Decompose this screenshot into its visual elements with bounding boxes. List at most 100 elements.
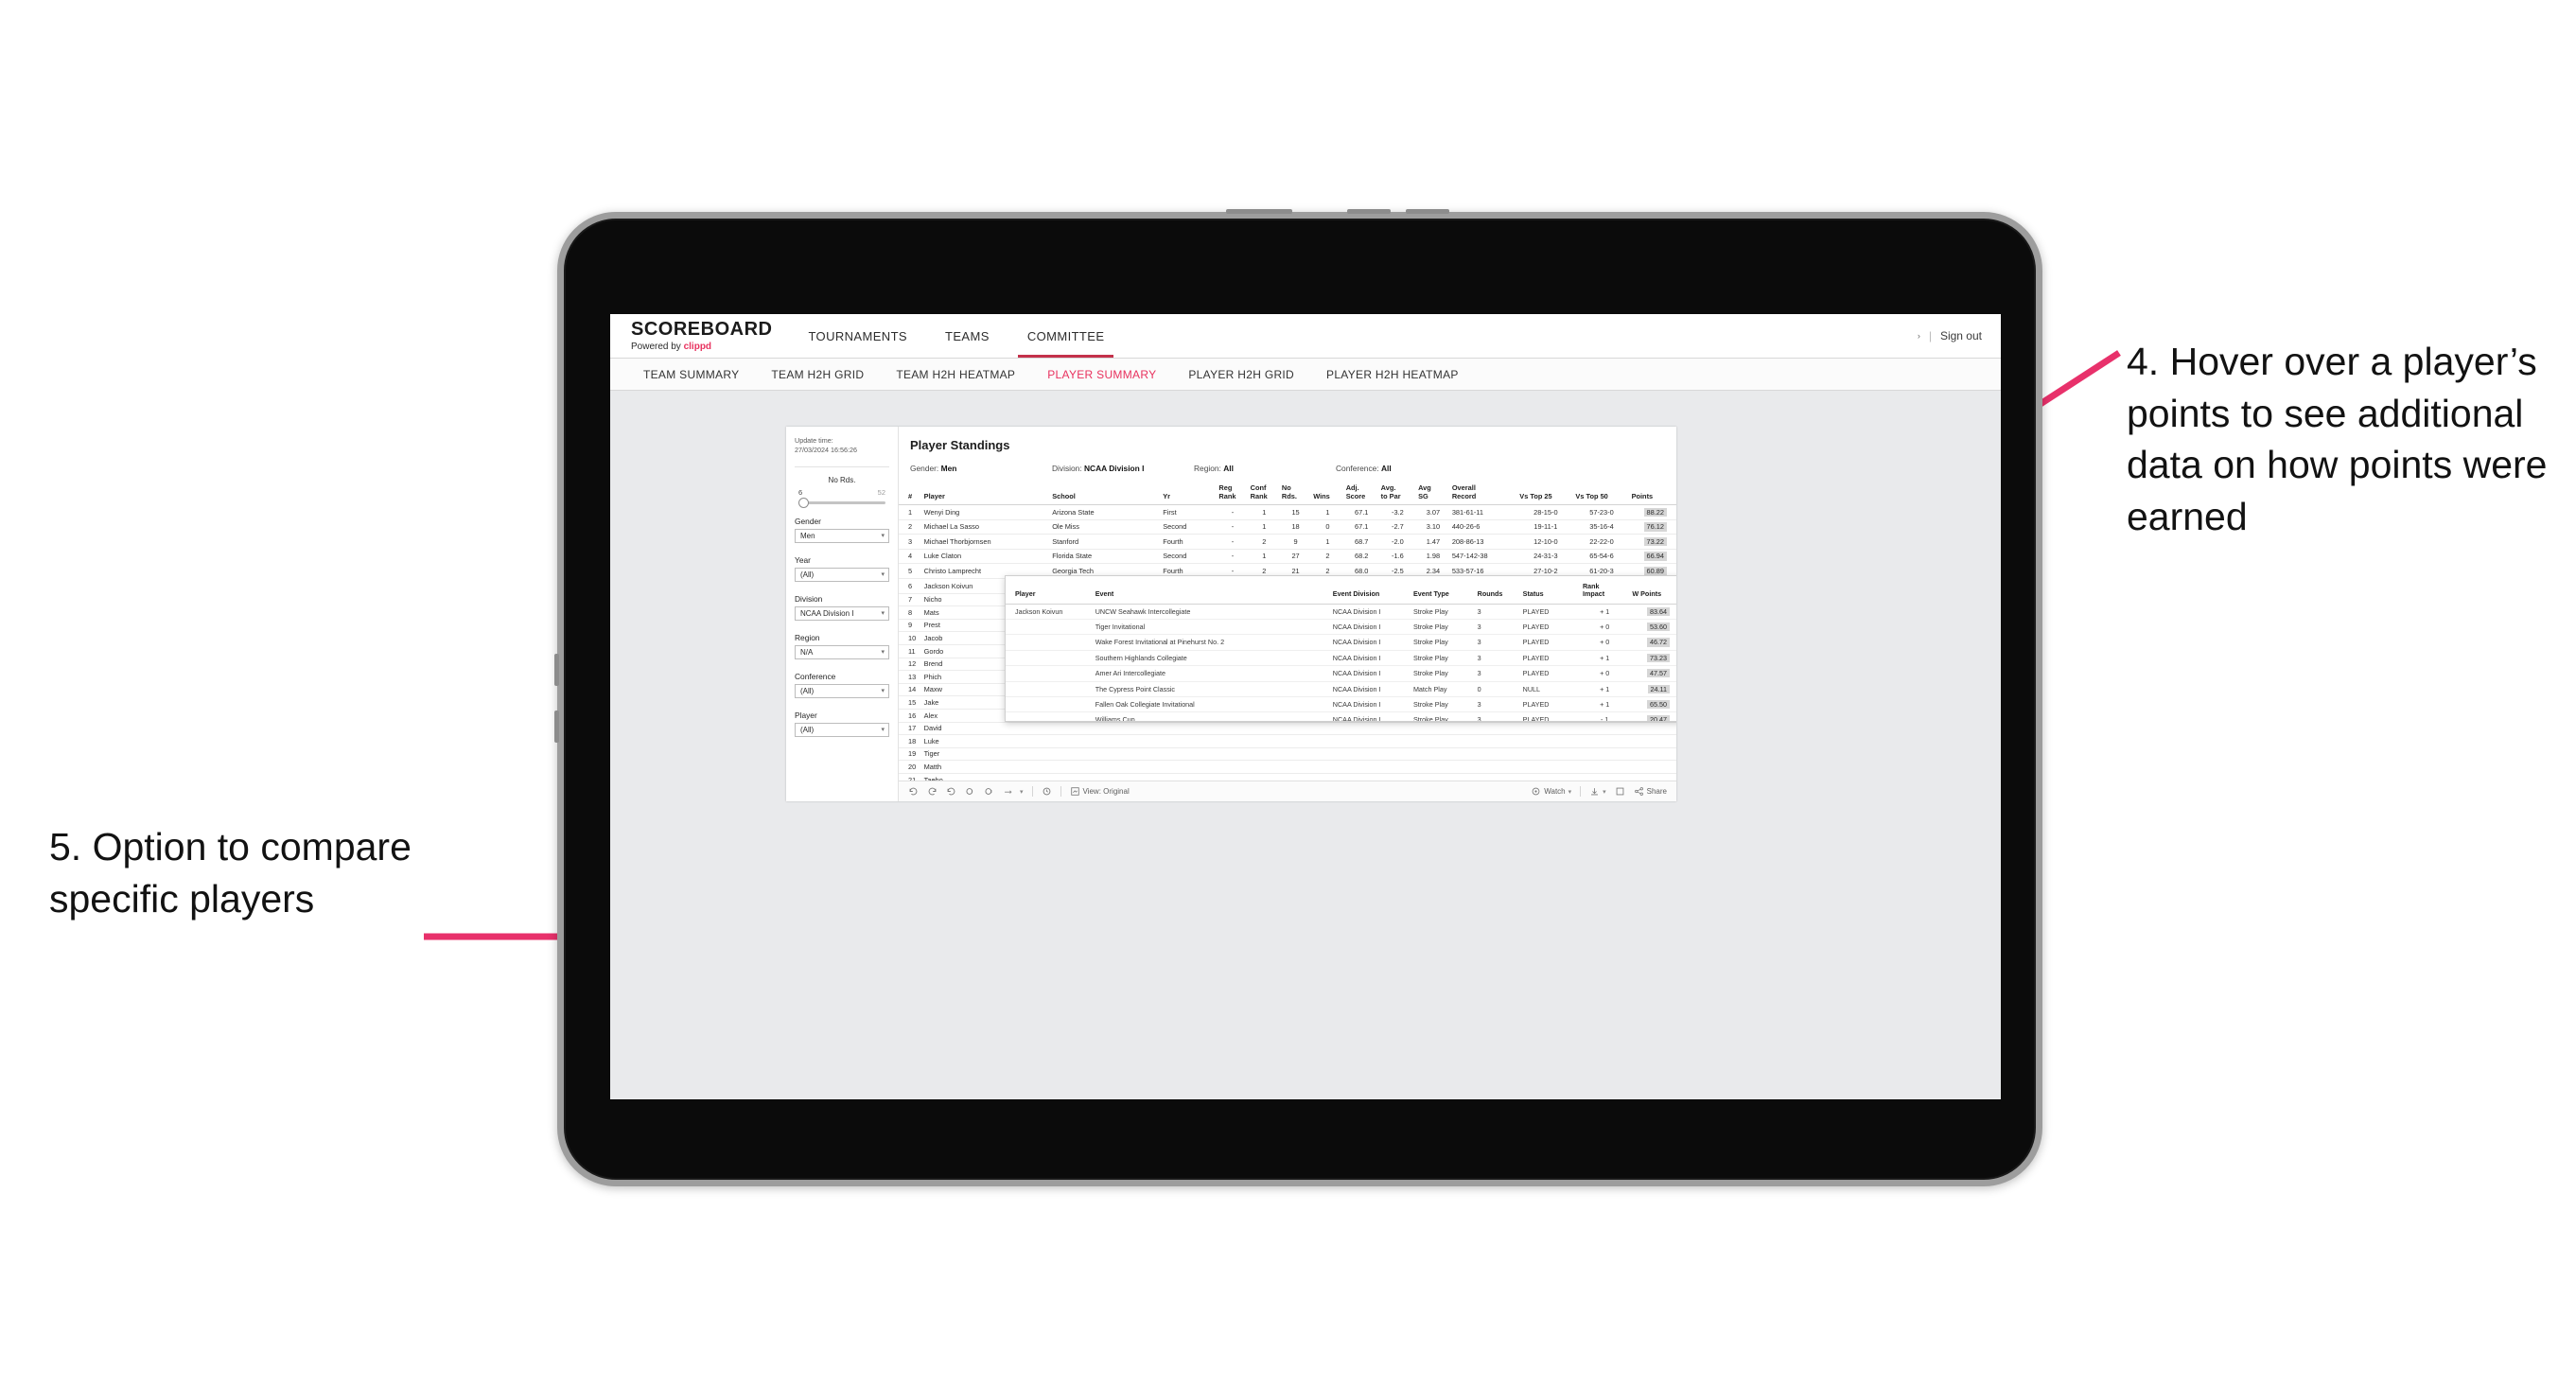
sign-out-link[interactable]: Sign out (1940, 329, 1982, 342)
cell-points[interactable] (1629, 734, 1676, 748)
cell-points[interactable] (1629, 722, 1676, 736)
filter-player-label: Player (795, 710, 817, 720)
cell-points[interactable]: 66.94 (1629, 549, 1676, 565)
standings-col-n[interactable]: # (899, 482, 922, 506)
nav-committee[interactable]: COMMITTEE (1008, 314, 1124, 358)
filter-conference-select[interactable]: (All) ▾ (795, 683, 889, 698)
filter-year-select[interactable]: (All) ▾ (795, 567, 889, 582)
meta-gender-value: Men (940, 464, 957, 473)
cell-points[interactable]: 76.12 (1629, 519, 1676, 535)
subnav-team-summary[interactable]: TEAM SUMMARY (627, 368, 755, 381)
volume-down-button[interactable] (1406, 209, 1449, 214)
table-row[interactable]: 17 David (899, 722, 1676, 736)
chevron-right-icon[interactable]: › (1918, 331, 1920, 341)
tooltip-cell-player (1006, 711, 1093, 721)
table-row[interactable]: 22 Ian Gilligan Florida Third -10 24 1 68.7 -0.8… (899, 786, 1676, 801)
refresh-icon[interactable] (965, 786, 975, 797)
standings-col-conf[interactable]: Conf Rank (1248, 482, 1280, 506)
subnav-team-h2h-grid[interactable]: TEAM H2H GRID (755, 368, 880, 381)
table-row[interactable]: 4 Luke Claton Florida State Second -1 27 2 68.2… (899, 549, 1676, 565)
filter-gender-select[interactable]: Men ▾ (795, 528, 889, 543)
cell-points[interactable] (1629, 760, 1676, 774)
tooltip-cell-type: Stroke Play (1410, 619, 1475, 636)
flip-icon[interactable]: ▾ (1003, 786, 1024, 797)
table-row[interactable]: 19 Tiger (899, 747, 1676, 762)
cell-sg: 1.47 (1416, 534, 1450, 550)
subnav-player-h2h-heatmap[interactable]: PLAYER H2H HEATMAP (1310, 368, 1475, 381)
undo-icon[interactable] (908, 786, 919, 797)
redo-icon[interactable] (927, 786, 938, 797)
filter-region-select[interactable]: N/A ▾ (795, 644, 889, 659)
nav-teams[interactable]: TEAMS (926, 314, 1008, 358)
standings-col-record[interactable]: Overall Record (1449, 482, 1518, 506)
cell-par (1378, 722, 1417, 736)
standings-col-adj[interactable]: Adj. Score (1343, 482, 1379, 506)
chevron-down-icon: ▾ (881, 610, 885, 618)
table-row[interactable]: 21 Taeho (899, 773, 1676, 787)
standings-col-school[interactable]: School (1050, 482, 1162, 506)
cell-wins (1311, 722, 1344, 736)
standings-col-rds[interactable]: No Rds. (1279, 482, 1312, 506)
watch-label: Watch (1544, 787, 1566, 796)
cell-record: 514-111-12 (1449, 786, 1518, 801)
pause-auto-update-icon[interactable] (1042, 786, 1052, 797)
table-row[interactable]: 3 Michael Thorbjornsen Stanford Fourth -2 9 1 6… (899, 534, 1676, 550)
table-row[interactable]: 2 Michael La Sasso Ole Miss Second -1 18 0 67.1… (899, 519, 1676, 535)
tooltip-row: Fallen Oak Collegiate Invitational NCAA D… (1006, 696, 1676, 713)
points-value[interactable]: 76.12 (1643, 522, 1667, 532)
standings-col-reg[interactable]: Reg Rank (1217, 482, 1249, 506)
points-value[interactable]: 60.89 (1643, 567, 1667, 576)
cell-conf: 2 (1248, 534, 1280, 550)
power-button[interactable] (1226, 209, 1292, 214)
tooltip-cell-player (1006, 634, 1093, 651)
points-value[interactable]: 40.68 (1643, 789, 1667, 798)
slider-range: 6 52 (795, 488, 889, 497)
standings-col-par[interactable]: Avg. to Par (1378, 482, 1417, 506)
download-button[interactable]: ▾ (1589, 786, 1606, 797)
watch-button[interactable]: Watch ▾ (1531, 786, 1571, 797)
points-value[interactable]: 88.22 (1643, 507, 1667, 518)
no-rounds-slider[interactable] (798, 497, 885, 508)
table-row[interactable]: 20 Matth (899, 760, 1676, 774)
tooltip-cell-impact: + 0 (1579, 634, 1630, 651)
fullscreen-icon[interactable] (1615, 786, 1625, 797)
revert-icon[interactable] (946, 786, 956, 797)
brand-logo[interactable]: SCOREBOARD Powered by clippd (610, 314, 789, 358)
cell-t50 (1573, 773, 1630, 787)
cell-par (1378, 747, 1417, 762)
standings-col-t50[interactable]: Vs Top 50 (1573, 482, 1630, 506)
filter-player-select[interactable]: (All) ▾ (795, 722, 889, 737)
side-button-2[interactable] (554, 711, 559, 743)
volume-up-button[interactable] (1347, 209, 1391, 214)
nav-tournaments[interactable]: TOURNAMENTS (789, 314, 926, 358)
standings-col-t25[interactable]: Vs Top 25 (1517, 482, 1574, 506)
tooltip-cell-rounds: 3 (1474, 711, 1520, 721)
cell-adj (1343, 773, 1379, 787)
cell-points[interactable] (1629, 773, 1676, 787)
view-original-button[interactable]: View: Original (1070, 786, 1130, 797)
subnav-player-summary[interactable]: PLAYER SUMMARY (1031, 368, 1172, 381)
standings-col-wins[interactable]: Wins (1311, 482, 1344, 506)
cell-points[interactable]: 40.68 (1629, 786, 1676, 801)
subnav-team-h2h-heatmap[interactable]: TEAM H2H HEATMAP (880, 368, 1031, 381)
table-row[interactable]: 1 Wenyi Ding Arizona State First -1 15 1 67.1 -3… (899, 504, 1676, 520)
side-button-1[interactable] (554, 654, 559, 686)
subnav-player-h2h-grid[interactable]: PLAYER H2H GRID (1172, 368, 1310, 381)
table-row[interactable]: 18 Luke (899, 734, 1676, 748)
standings-col-player[interactable]: Player (921, 482, 1051, 506)
cell-points[interactable]: 88.22 (1629, 504, 1676, 520)
tooltip-cell-player (1006, 696, 1093, 713)
cell-par: -2.0 (1378, 534, 1417, 550)
standings-col-yr[interactable]: Yr (1161, 482, 1218, 506)
cell-points[interactable]: 73.22 (1629, 534, 1676, 550)
points-value[interactable]: 73.22 (1643, 536, 1667, 547)
cell-points[interactable] (1629, 747, 1676, 762)
slider-handle[interactable] (798, 497, 809, 508)
standings-col-points[interactable]: Points (1629, 482, 1676, 506)
cell-conf (1248, 722, 1280, 736)
standings-col-sg[interactable]: Avg SG (1416, 482, 1450, 506)
filter-division-select[interactable]: NCAA Division I ▾ (795, 605, 889, 621)
points-value[interactable]: 66.94 (1643, 552, 1667, 561)
pause-icon[interactable] (984, 786, 994, 797)
share-button[interactable]: Share (1634, 786, 1667, 797)
